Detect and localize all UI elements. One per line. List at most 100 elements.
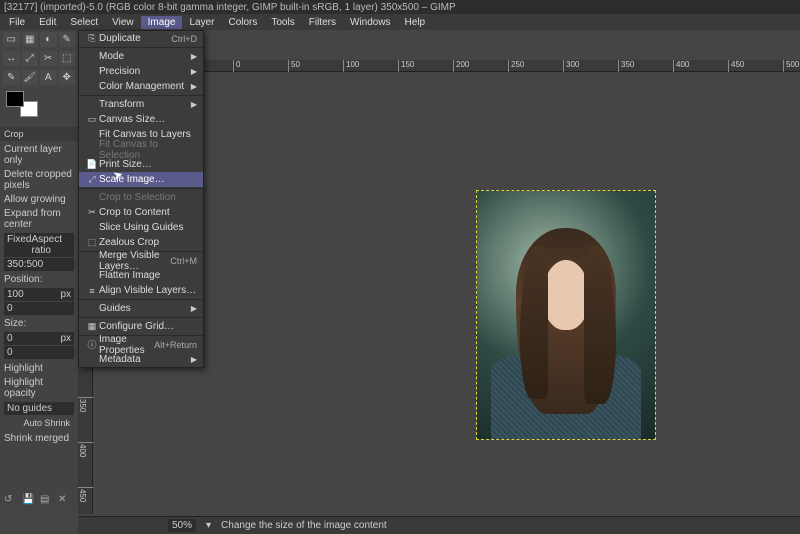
ruler-tick: 250 bbox=[508, 60, 524, 72]
ruler-tick: 200 bbox=[453, 60, 469, 72]
menu-item-label: Mode bbox=[99, 51, 191, 62]
menu-windows[interactable]: Windows bbox=[343, 16, 398, 29]
menu-item-mode[interactable]: Mode▶ bbox=[79, 49, 203, 64]
menu-item-label: Transform bbox=[99, 99, 191, 110]
menu-item-slice-using-guides[interactable]: Slice Using Guides bbox=[79, 220, 203, 235]
ruler-tick: 500 bbox=[783, 60, 799, 72]
menu-select[interactable]: Select bbox=[63, 16, 105, 29]
zoom-dropdown-icon[interactable]: ▾ bbox=[206, 520, 211, 531]
zoom-level[interactable]: 50% bbox=[168, 519, 196, 532]
fg-color-swatch[interactable] bbox=[6, 91, 24, 107]
menu-item-icon: ⤢ bbox=[85, 174, 99, 185]
menu-item-icon: ⎘ bbox=[85, 33, 99, 44]
menu-item-color-management[interactable]: Color Management▶ bbox=[79, 79, 203, 94]
status-bar: 50% ▾ Change the size of the image conte… bbox=[78, 516, 800, 534]
doc-icon[interactable]: ▤ bbox=[40, 494, 52, 506]
tool-button[interactable]: 🖌 bbox=[22, 70, 39, 85]
ruler-tick: 50 bbox=[288, 60, 300, 72]
menu-item-canvas-size-[interactable]: ▭Canvas Size… bbox=[79, 112, 203, 127]
tool-button[interactable]: ▭ bbox=[3, 32, 20, 47]
menu-item-label: Flatten Image bbox=[99, 270, 197, 281]
delete-icon[interactable]: ✕ bbox=[58, 494, 70, 506]
menu-item-print-size-[interactable]: 📄Print Size… bbox=[79, 157, 203, 172]
shrink-merged-check[interactable]: Shrink merged bbox=[4, 433, 74, 444]
ruler-tick: 400 bbox=[78, 442, 93, 457]
menu-item-label: Crop to Selection bbox=[99, 192, 197, 203]
option-check[interactable]: Delete cropped pixels bbox=[4, 169, 74, 191]
menu-layer[interactable]: Layer bbox=[182, 16, 221, 29]
menu-item-shortcut: Ctrl+D bbox=[171, 34, 197, 44]
menu-item-scale-image-[interactable]: ⤢Scale Image… bbox=[79, 172, 203, 187]
menu-item-transform[interactable]: Transform▶ bbox=[79, 97, 203, 112]
menu-item-label: Color Management bbox=[99, 81, 191, 92]
tool-button[interactable]: ◐ bbox=[40, 32, 57, 47]
ratio-field[interactable]: 350:500 bbox=[4, 258, 74, 271]
submenu-arrow-icon: ▶ bbox=[191, 82, 197, 91]
tool-button[interactable]: A bbox=[40, 70, 57, 85]
menu-item-label: Duplicate bbox=[99, 33, 171, 44]
save-icon[interactable]: 💾 bbox=[22, 494, 34, 506]
menu-item-label: Configure Grid… bbox=[99, 321, 197, 332]
option-check[interactable]: Current layer only bbox=[4, 144, 74, 166]
tool-options: Crop Current layer onlyDelete cropped pi… bbox=[0, 121, 78, 451]
menu-filters[interactable]: Filters bbox=[302, 16, 343, 29]
menu-item-label: Image Properties bbox=[99, 334, 154, 356]
highlight-check[interactable]: Highlight bbox=[4, 363, 74, 374]
menu-item-label: Print Size… bbox=[99, 159, 197, 170]
fixed-value: Aspect ratio bbox=[31, 234, 71, 256]
ruler-tick: 350 bbox=[618, 60, 634, 72]
guides-field[interactable]: No guides bbox=[4, 402, 74, 415]
menu-edit[interactable]: Edit bbox=[32, 16, 63, 29]
tool-button[interactable]: ✎ bbox=[3, 70, 20, 85]
ruler-tick: 100 bbox=[343, 60, 359, 72]
position-x-field[interactable]: 100px bbox=[4, 288, 74, 301]
menu-view[interactable]: View bbox=[105, 16, 141, 29]
fixed-label: Fixed bbox=[7, 234, 31, 256]
menu-item-crop-to-content[interactable]: ✂Crop to Content bbox=[79, 205, 203, 220]
auto-shrink-button[interactable]: Auto Shrink bbox=[4, 416, 74, 430]
menu-item-label: Precision bbox=[99, 66, 191, 77]
tool-button[interactable]: ⤢ bbox=[22, 51, 39, 66]
menu-item-align-visible-layers-[interactable]: ≡Align Visible Layers… bbox=[79, 283, 203, 298]
color-swatches[interactable] bbox=[6, 91, 38, 117]
menu-item-fit-canvas-to-selection: Fit Canvas to Selection bbox=[79, 142, 203, 157]
menu-item-icon: ≡ bbox=[85, 286, 99, 296]
menu-item-metadata[interactable]: Metadata▶ bbox=[79, 352, 203, 367]
menu-item-duplicate[interactable]: ⎘DuplicateCtrl+D bbox=[79, 31, 203, 46]
menu-help[interactable]: Help bbox=[398, 16, 433, 29]
tool-button[interactable]: ▦ bbox=[22, 32, 39, 47]
menu-item-merge-visible-layers-[interactable]: Merge Visible Layers…Ctrl+M bbox=[79, 253, 203, 268]
menu-bar: FileEditSelectViewImageLayerColorsToolsF… bbox=[0, 14, 800, 30]
size-label: Size: bbox=[4, 318, 74, 329]
reset-icon[interactable]: ↺ bbox=[4, 494, 16, 506]
tool-button[interactable]: ↔ bbox=[3, 51, 20, 66]
size-y-field[interactable]: 0 bbox=[4, 346, 74, 359]
menu-item-icon: ⬚ bbox=[85, 237, 99, 248]
menu-tools[interactable]: Tools bbox=[264, 16, 301, 29]
menu-item-guides[interactable]: Guides▶ bbox=[79, 301, 203, 316]
ruler-tick: 150 bbox=[398, 60, 414, 72]
position-y-field[interactable]: 0 bbox=[4, 302, 74, 315]
fixed-row[interactable]: Fixed Aspect ratio bbox=[4, 233, 74, 257]
tool-button[interactable]: ✥ bbox=[59, 70, 76, 85]
menu-item-configure-grid-[interactable]: ▦Configure Grid… bbox=[79, 319, 203, 334]
tool-button[interactable]: ✂ bbox=[40, 51, 57, 66]
option-check[interactable]: Expand from center bbox=[4, 208, 74, 230]
menu-item-image-properties[interactable]: ⓘImage PropertiesAlt+Return bbox=[79, 337, 203, 352]
menu-file[interactable]: File bbox=[2, 16, 32, 29]
menu-item-flatten-image[interactable]: Flatten Image bbox=[79, 268, 203, 283]
ruler-tick: 450 bbox=[728, 60, 744, 72]
menu-item-icon: ✂ bbox=[85, 207, 99, 218]
menu-item-precision[interactable]: Precision▶ bbox=[79, 64, 203, 79]
size-x-field[interactable]: 0px bbox=[4, 332, 74, 345]
menu-image[interactable]: Image bbox=[141, 16, 183, 29]
menu-item-zealous-crop[interactable]: ⬚Zealous Crop bbox=[79, 235, 203, 250]
image-canvas[interactable] bbox=[476, 190, 656, 440]
menu-item-label: Zealous Crop bbox=[99, 237, 197, 248]
menu-colors[interactable]: Colors bbox=[221, 16, 264, 29]
image-menu-dropdown: ⎘DuplicateCtrl+DMode▶Precision▶Color Man… bbox=[78, 30, 204, 368]
option-check[interactable]: Allow growing bbox=[4, 194, 74, 205]
tool-button[interactable]: ✎ bbox=[59, 32, 76, 47]
menu-item-icon: 📄 bbox=[85, 159, 99, 170]
tool-button[interactable]: ⬚ bbox=[59, 51, 76, 66]
